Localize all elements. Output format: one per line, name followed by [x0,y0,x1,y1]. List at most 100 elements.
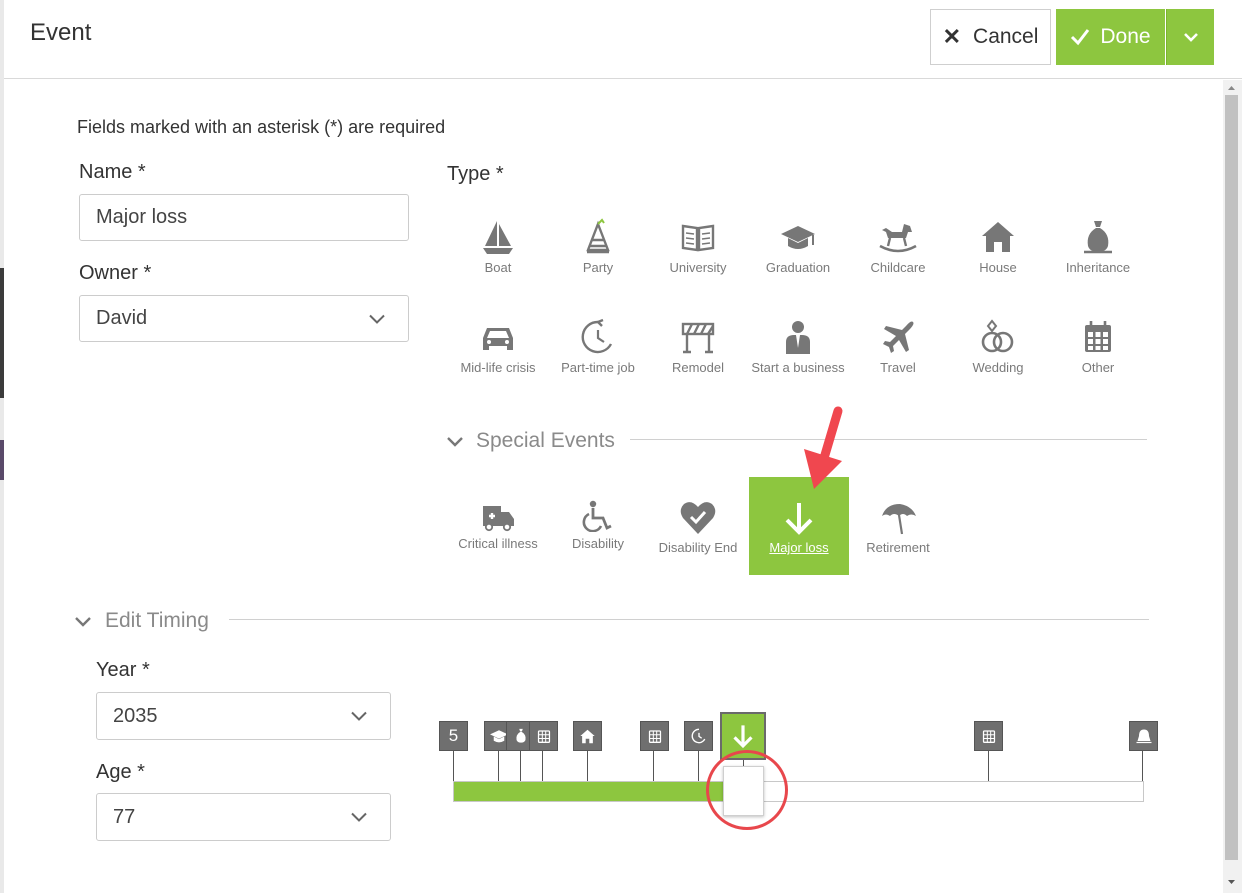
type-boat[interactable]: Boat [448,218,548,316]
timeline-marker-other[interactable] [640,721,669,751]
calendar-grid-icon [1085,321,1111,352]
type-wedding[interactable]: Wedding [948,318,1048,416]
chevron-down-icon[interactable] [446,434,464,448]
chevron-down-icon[interactable] [74,614,92,628]
annotation-arrow-icon [804,406,843,489]
done-options-button[interactable] [1166,9,1214,65]
year-label: Year * [96,659,150,681]
boat-icon [483,221,513,254]
type-label-text: Graduation [765,260,831,275]
cancel-label: Cancel [973,25,1039,48]
type-house[interactable]: House [948,218,1048,316]
type-label-text: Wedding [972,360,1024,375]
type-label-text: Boat [484,260,512,275]
timeline-marker-part-time-job[interactable] [684,721,713,751]
type-label-text: Inheritance [1065,260,1131,275]
section-divider [229,619,1149,620]
done-button[interactable]: Done [1056,9,1165,65]
type-label-text: University [669,260,727,275]
chevron-down-icon [1183,33,1198,42]
chevron-down-icon [351,812,367,822]
timeline-tick [988,751,989,781]
timeline-marker-count[interactable]: 5 [439,721,468,751]
type-part-time-job[interactable]: Part-time job [548,318,648,416]
businessman-icon [786,321,810,354]
scroll-up-arrow-icon[interactable] [1225,82,1238,94]
partial-clock-icon [691,728,705,744]
timeline-marker-retirement[interactable] [1129,721,1158,751]
owner-label: Owner * [79,262,152,284]
dialog-title: Event [30,19,92,46]
timeline-progress [454,782,723,801]
special-events-title[interactable]: Special Events [476,429,615,453]
dialog-header: Event ✕ Cancel Done [4,0,1242,79]
section-divider [630,439,1147,440]
type-label-text: Critical illness [458,536,538,551]
party-hat-icon [586,218,610,254]
special-critical-illness[interactable]: Critical illness [448,500,548,598]
scrollbar-thumb[interactable] [1225,95,1238,860]
arrow-down-icon [733,725,753,749]
type-inheritance[interactable]: Inheritance [1048,218,1148,316]
close-icon: ✕ [942,24,962,49]
partial-clock-icon [581,318,613,354]
ambulance-icon [483,506,514,532]
type-label-text: Party [582,260,614,275]
type-university[interactable]: University [648,218,748,316]
timeline-marker-other[interactable] [529,721,558,751]
required-fields-note: Fields marked with an asterisk (*) are r… [77,117,446,137]
timeline-tick [520,751,521,781]
heart-check-icon [680,502,716,534]
scroll-down-arrow-icon[interactable] [1225,876,1238,888]
type-graduation[interactable]: Graduation [748,218,848,316]
special-disability-end[interactable]: Disability End [648,500,748,598]
cancel-button[interactable]: ✕ Cancel [930,9,1051,65]
type-label-text: Childcare [870,260,926,275]
type-start-a-business[interactable]: Start a business [748,318,848,416]
type-label-text: Other [1081,360,1115,375]
calendar-grid-icon [537,730,550,743]
type-childcare[interactable]: Childcare [848,218,948,316]
timeline-marker-other[interactable] [974,721,1003,751]
type-remodel[interactable]: Remodel [648,318,748,416]
house-icon [982,222,1014,252]
name-input[interactable]: Major loss [79,194,409,241]
type-label-text: Remodel [671,360,725,375]
type-label-text: Mid-life crisis [460,360,536,375]
year-select[interactable]: 2035 [96,692,391,740]
wheelchair-icon [582,500,612,532]
remodel-icon [681,322,715,354]
type-other[interactable]: Other [1048,318,1148,416]
type-label-text: House [979,260,1017,275]
timeline-tick [542,751,543,781]
year-value: 2035 [113,704,158,727]
checkmark-icon [1071,29,1090,46]
car-icon [483,328,513,350]
type-travel[interactable]: Travel [848,318,948,416]
name-label: Name * [79,161,146,183]
timeline-tick [653,751,654,781]
rocking-horse-icon [879,224,917,253]
age-value: 77 [113,805,136,828]
rings-icon [981,319,1014,353]
special-disability[interactable]: Disability [548,500,648,598]
owner-value: David [96,307,148,329]
type-party[interactable]: Party [548,218,648,316]
type-mid-life-crisis[interactable]: Mid-life crisis [448,318,548,416]
type-label-text: Retirement [866,540,930,555]
age-label: Age * [96,761,145,783]
money-bag-icon [515,728,526,743]
name-value: Major loss [96,206,188,228]
timeline-marker-house[interactable] [573,721,602,751]
timeline-tick [453,751,454,781]
umbrella-icon [882,504,916,535]
type-label-text: Major loss [769,540,829,555]
age-select[interactable]: 77 [96,793,391,841]
timeline-tick [498,751,499,781]
special-retirement[interactable]: Retirement [848,500,948,598]
chevron-down-icon [351,711,367,721]
owner-select[interactable]: David [79,295,409,342]
edit-timing-title[interactable]: Edit Timing [105,609,209,633]
airplane-icon [883,321,914,353]
chevron-down-icon [369,314,385,324]
